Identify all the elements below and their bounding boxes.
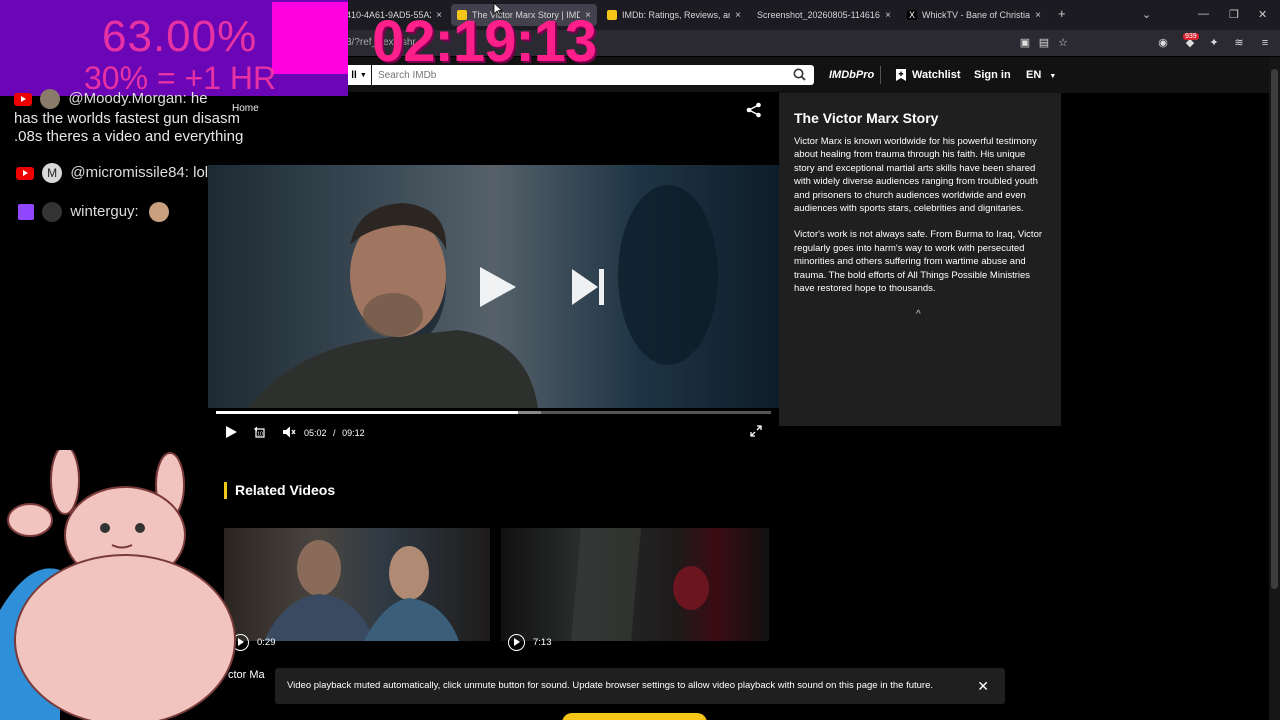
muted-notification-toast: Video playback muted automatically, clic… bbox=[275, 668, 1005, 704]
imdb-favicon-icon bbox=[607, 10, 617, 20]
related-video-thumbnail[interactable] bbox=[224, 528, 490, 641]
search-icon[interactable] bbox=[793, 68, 806, 81]
x-favicon-icon: X bbox=[907, 10, 917, 20]
video-time-display: 05:02 / 09:12 bbox=[304, 428, 365, 438]
chevron-down-icon: ▼ bbox=[359, 71, 367, 79]
tab-close-icon[interactable]: × bbox=[885, 10, 891, 21]
volume-muted-icon[interactable] bbox=[282, 425, 296, 439]
video-title: The Victor Marx Story bbox=[794, 110, 939, 126]
tab-title: IMDb: Ratings, Reviews, and Wh bbox=[622, 10, 730, 20]
tab-close-icon[interactable]: × bbox=[735, 10, 741, 21]
tab-title: Screenshot_20260805-114616.png bbox=[757, 10, 880, 20]
chat-message-continued: .08s theres a video and everything bbox=[14, 128, 244, 145]
description-paragraph: Victor Marx is known worldwide for his p… bbox=[794, 136, 1038, 215]
duration-label: 0:29 bbox=[257, 637, 276, 648]
language-label: EN bbox=[1026, 69, 1042, 81]
stream-mascot-image bbox=[0, 450, 236, 720]
page-scrollbar[interactable] bbox=[1269, 57, 1280, 720]
chat-message: M @micromissile84: lol bbox=[16, 163, 208, 183]
goal-percent: 63.00% bbox=[102, 12, 258, 61]
play-circle-icon bbox=[508, 634, 525, 651]
reader-view-icon[interactable]: ▤ bbox=[1037, 36, 1051, 50]
chat-text: lol bbox=[193, 163, 209, 181]
header-divider bbox=[880, 66, 881, 84]
fullscreen-icon[interactable] bbox=[750, 425, 762, 437]
thumbnail-image bbox=[571, 528, 709, 641]
yellow-action-button[interactable] bbox=[562, 713, 707, 720]
bookmark-star-icon[interactable]: ☆ bbox=[1056, 36, 1070, 50]
thumbnail-image bbox=[264, 540, 459, 641]
close-window-icon[interactable]: ✕ bbox=[1258, 8, 1267, 21]
extensions-puzzle-icon[interactable]: ✦ bbox=[1207, 36, 1221, 50]
chat-message: winterguy: bbox=[18, 202, 173, 222]
chevron-up-icon[interactable]: ^ bbox=[916, 309, 921, 320]
chat-username: @micromissile84: bbox=[70, 163, 189, 181]
chevron-down-icon: ▼ bbox=[1049, 73, 1057, 80]
duration-label: 7:13 bbox=[533, 637, 552, 648]
restore-icon[interactable]: ❐ bbox=[1229, 8, 1239, 21]
search-category-label: ll bbox=[351, 69, 357, 81]
watchlist-bookmark-icon bbox=[896, 69, 906, 81]
play-icon[interactable] bbox=[478, 266, 518, 308]
video-progress-fill bbox=[216, 411, 519, 414]
replay-10-icon[interactable]: 10 bbox=[253, 425, 267, 439]
screen: { "browser": { "tabs": [ {"title": "410-… bbox=[0, 0, 1280, 720]
addon-icon[interactable]: ≋ bbox=[1232, 36, 1246, 50]
tab-title: WhickTV - Bane of Christian Na bbox=[922, 10, 1031, 20]
search-category-select[interactable]: ll ▼ bbox=[347, 65, 371, 85]
current-time: 05:02 bbox=[304, 428, 327, 438]
avatar bbox=[40, 89, 61, 109]
avatar: M bbox=[42, 163, 63, 183]
browser-tab[interactable]: X WhickTV - Bane of Christian Na × bbox=[901, 4, 1047, 26]
new-tab-button[interactable]: + bbox=[1058, 6, 1066, 21]
youtube-icon bbox=[16, 166, 34, 180]
chat-username: @Moody.Morgan: bbox=[68, 89, 187, 107]
mouse-cursor-icon bbox=[493, 2, 503, 16]
menu-icon[interactable]: ≡ bbox=[1258, 36, 1272, 50]
share-icon[interactable] bbox=[746, 102, 762, 118]
browser-tab[interactable]: IMDb: Ratings, Reviews, and Wh × bbox=[601, 4, 747, 26]
video-duration-badge: 7:13 bbox=[508, 634, 552, 651]
imdbpro-link[interactable]: IMDbPro bbox=[829, 69, 874, 81]
chat-text: he bbox=[190, 89, 208, 107]
sign-in-link[interactable]: Sign in bbox=[974, 69, 1011, 81]
svg-text:10: 10 bbox=[257, 432, 263, 438]
chat-message-continued: has the worlds fastest gun disasm bbox=[14, 110, 240, 127]
account-icon[interactable]: ◉ bbox=[1156, 36, 1170, 50]
watchlist-label: Watchlist bbox=[912, 69, 961, 81]
description-paragraph: Victor's work is not always safe. From B… bbox=[794, 229, 1043, 295]
extension-badge: 939 bbox=[1183, 33, 1199, 40]
twitch-icon bbox=[18, 204, 34, 220]
scrollbar-thumb[interactable] bbox=[1271, 69, 1278, 589]
watchlist-button[interactable]: Watchlist bbox=[896, 69, 961, 81]
video-description-panel: The Victor Marx Story Victor Marx is kno… bbox=[779, 93, 1061, 426]
emote-icon bbox=[148, 202, 169, 222]
minimize-icon[interactable]: — bbox=[1198, 8, 1209, 20]
play-icon[interactable] bbox=[225, 425, 238, 439]
next-video-icon[interactable] bbox=[571, 268, 607, 306]
chat-username: winterguy: bbox=[70, 202, 139, 220]
tab-close-icon[interactable]: × bbox=[1035, 10, 1041, 21]
stream-pink-panel bbox=[272, 2, 348, 74]
video-progress-bar[interactable] bbox=[216, 411, 771, 414]
picture-in-picture-icon[interactable]: ▣ bbox=[1018, 36, 1032, 50]
related-video-thumbnail[interactable] bbox=[501, 528, 769, 641]
chat-message: @Moody.Morgan: he bbox=[14, 89, 208, 109]
toast-message: Video playback muted automatically, clic… bbox=[287, 680, 934, 691]
youtube-icon bbox=[14, 92, 32, 106]
total-duration: 09:12 bbox=[342, 428, 365, 438]
tab-list-chevron-icon[interactable]: ⌄ bbox=[1142, 8, 1151, 21]
close-icon[interactable]: ✕ bbox=[977, 678, 989, 695]
avatar bbox=[42, 202, 63, 222]
stream-timer: 02:19:13 bbox=[372, 9, 597, 74]
browser-tab[interactable]: Screenshot_20260805-114616.png × bbox=[751, 4, 897, 26]
language-select[interactable]: EN ▼ bbox=[1026, 69, 1056, 81]
time-separator: / bbox=[333, 428, 336, 438]
